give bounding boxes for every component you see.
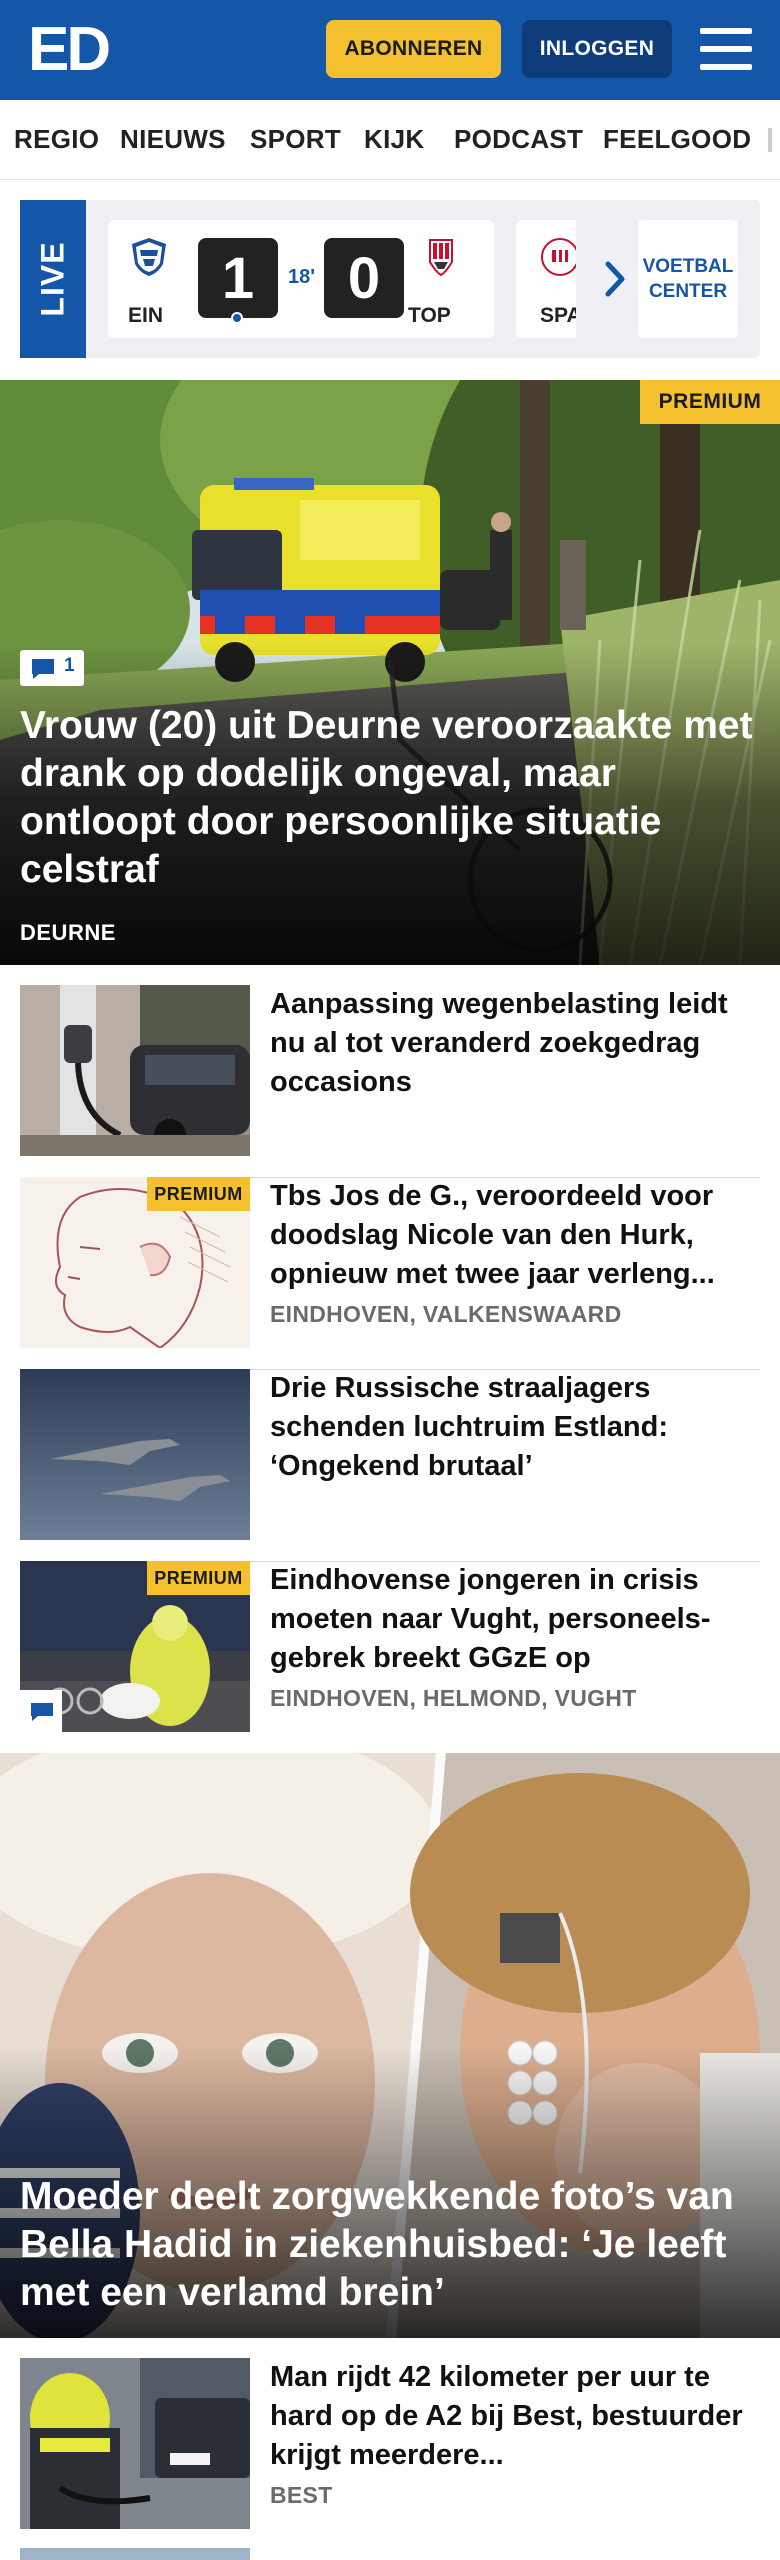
article-headline[interactable]: Drie Russische straaljagers schenden luc… — [270, 1369, 760, 1486]
logo-text: ED — [28, 15, 111, 84]
home-score: 1 — [198, 238, 278, 318]
login-button[interactable]: INLOGGEN — [522, 20, 672, 78]
nav-item-feelgood[interactable]: FEELGOOD — [603, 124, 751, 155]
comment-count-badge[interactable]: 1 — [20, 650, 84, 686]
next-article-partial — [20, 2548, 760, 2560]
ed-logo[interactable]: ED — [28, 18, 118, 82]
home-team-name: EIN — [128, 304, 164, 327]
article-thumbnail-charger — [20, 985, 250, 1156]
voetbal-center-line1: VOETBAL — [642, 256, 734, 277]
nav-item-nieuws[interactable]: NIEUWS — [120, 124, 226, 155]
live-tab[interactable]: LIVE — [20, 200, 86, 358]
article-thumbnail-partial — [20, 2548, 250, 2560]
article-headline[interactable]: Eindhovense jongeren in crisis moeten na… — [270, 1561, 760, 1678]
live-label: LIVE — [34, 241, 71, 317]
article-item[interactable]: PREMIUM Tbs Jos de G., veroordeeld voor … — [20, 1177, 760, 1370]
article-headline[interactable]: Aanpassing wegenbelasting leidt nu al to… — [270, 985, 760, 1102]
comment-icon — [31, 1703, 53, 1721]
article-headline[interactable]: Tbs Jos de G., veroordeeld voor doodslag… — [270, 1177, 760, 1294]
comment-badge[interactable] — [20, 1690, 62, 1732]
match-minute: 18' — [288, 266, 316, 288]
match-card[interactable]: EIN 1 18' 0 TOP — [108, 220, 494, 338]
away-team-name: TOP — [408, 304, 451, 327]
premium-badge: PREMIUM — [147, 1561, 250, 1595]
premium-badge: PREMIUM — [147, 1177, 250, 1211]
hero-headline[interactable]: Vrouw (20) uit Deurne veroorzaakte met d… — [20, 702, 760, 894]
top-oss-crest-icon — [429, 239, 453, 277]
comment-count: 1 — [64, 655, 75, 676]
article-item[interactable]: Man rijdt 42 kilometer per uur te hard o… — [20, 2358, 760, 2538]
hero-location: DEURNE — [20, 920, 116, 945]
premium-badge: PREMIUM — [640, 380, 780, 424]
psv-crest-icon — [132, 238, 166, 276]
sparta-crest-icon — [541, 238, 576, 276]
feature-article[interactable]: Moeder deelt zorgwekkende foto’s van Bel… — [0, 1753, 780, 2338]
article-thumbnail-jets — [20, 1369, 250, 1540]
nav-overflow-indicator — [768, 128, 772, 152]
score-indicator-dot — [231, 312, 243, 324]
nav-item-podcast[interactable]: PODCAST — [454, 124, 583, 155]
hamburger-menu-icon[interactable] — [700, 26, 752, 72]
nav-item-regio[interactable]: REGIO — [14, 124, 99, 155]
article-item[interactable]: PREMIUM Eindhovense jongeren in crisis m… — [20, 1561, 760, 1754]
subscribe-button[interactable]: ABONNEREN — [326, 20, 501, 78]
next-match-card[interactable]: SPA — [516, 220, 576, 338]
article-thumbnail-police — [20, 2358, 250, 2529]
comment-icon — [32, 659, 54, 679]
site-header: ED ABONNEREN INLOGGEN — [0, 0, 780, 100]
nav-item-kijk[interactable]: KIJK — [364, 124, 424, 155]
chevron-right-icon[interactable] — [596, 254, 636, 304]
article-item[interactable]: Aanpassing wegenbelasting leidt nu al to… — [20, 985, 760, 1178]
article-headline[interactable]: Man rijdt 42 kilometer per uur te hard o… — [270, 2358, 760, 2475]
hero-article[interactable]: PREMIUM 1 Vrouw (20) uit Deurne veroorza… — [0, 380, 780, 965]
article-location: EINDHOVEN, VALKENSWAARD — [270, 1301, 622, 1327]
section-nav: REGIO NIEUWS SPORT KIJK PODCAST FEELGOOD — [0, 100, 780, 180]
voetbal-center-line2: CENTER — [648, 281, 728, 302]
feature-headline[interactable]: Moeder deelt zorgwekkende foto’s van Bel… — [20, 2173, 780, 2317]
live-scores-bar: LIVE EIN 1 18' 0 TOP SPA VOETBAL CENTER — [20, 200, 760, 358]
away-score: 0 — [324, 238, 404, 318]
nav-item-sport[interactable]: SPORT — [250, 124, 341, 155]
voetbal-center-button[interactable]: VOETBAL CENTER — [638, 220, 738, 338]
article-item[interactable]: Drie Russische straaljagers schenden luc… — [20, 1369, 760, 1562]
article-location: EINDHOVEN, HELMOND, VUGHT — [270, 1685, 637, 1711]
next-team-name: SPA — [540, 304, 576, 327]
article-location: BEST — [270, 2482, 333, 2508]
